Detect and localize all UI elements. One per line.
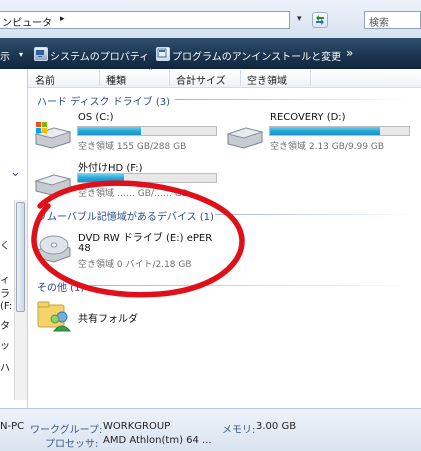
command-toolbar: 示 ▾ システムのプロパティ プログラムのアンインストールと変更 » <box>0 38 421 69</box>
refresh-icon[interactable] <box>312 12 328 28</box>
processor-value: AMD Athlon(tm) 64 ... <box>103 435 212 446</box>
column-total-size[interactable]: 合計サイズ <box>176 72 226 87</box>
drive-name: DVD RW ドライブ (E:) ePER <box>78 233 213 244</box>
drive-usage-bar <box>77 126 217 136</box>
column-divider[interactable] <box>240 70 241 86</box>
column-free-space[interactable]: 空き領域 <box>247 72 287 87</box>
memory-label: メモリ: <box>222 425 256 436</box>
group-header-removable[interactable]: リムーバブル記憶域があるデバイス (1) <box>37 208 214 223</box>
toolbar-partial-button[interactable]: 示 <box>0 48 10 63</box>
folder-name: 共有フォルダ <box>78 314 138 325</box>
drive-name: RECOVERY (D:) <box>270 112 346 123</box>
hard-drive-icon <box>226 127 264 149</box>
drive-free-space: 空き領域 155 GB/288 GB <box>78 142 187 152</box>
group-divider <box>90 285 415 286</box>
drive-usage-bar <box>77 173 217 183</box>
address-field[interactable]: ンピュータ ▸ <box>0 11 290 29</box>
nav-fragment[interactable]: (F: <box>0 301 12 312</box>
drive-usage-bar <box>269 126 410 136</box>
column-divider[interactable] <box>169 70 170 86</box>
toolbar-dropdown-icon[interactable]: ▾ <box>19 50 23 59</box>
column-divider[interactable] <box>310 70 311 86</box>
group-header-other[interactable]: その他 (1) <box>37 279 84 294</box>
column-header-row: 名前 種類 ˆ 合計サイズ 空き領域 <box>28 68 421 88</box>
hard-drive-icon <box>34 174 72 196</box>
drive-free-space: 空き領域 2.13 GB/9.99 GB <box>270 142 384 152</box>
nav-fragment[interactable]: ラ <box>0 285 10 300</box>
breadcrumb-chevron-icon[interactable]: ▸ <box>60 14 65 24</box>
nav-fragment[interactable]: ッ <box>0 337 10 352</box>
nav-fragment[interactable]: ィ <box>0 271 10 286</box>
nav-fragment[interactable]: タ <box>0 317 10 332</box>
workgroup-label: ワークグループ: <box>30 425 103 436</box>
processor-label: プロセッサ: <box>45 439 99 450</box>
address-bar-area: ンピュータ ▸ ▾ 検索 <box>0 0 421 39</box>
uninstall-programs-icon <box>156 47 170 61</box>
workgroup-value: WORKGROUP <box>103 421 171 432</box>
drive-name-continued: 48 <box>78 243 91 254</box>
search-placeholder: 検索 <box>369 18 389 29</box>
nav-fragment[interactable]: く <box>0 237 10 252</box>
dvd-drive-icon <box>37 235 71 263</box>
system-properties-button[interactable]: システムのプロパティ <box>50 48 149 63</box>
drive-usage-fill <box>270 127 380 135</box>
drive-usage-fill <box>78 127 142 135</box>
hard-drive-windows-icon <box>34 122 72 149</box>
drive-free-space: 空き領域 …… GB/…… GB <box>78 189 188 199</box>
column-type[interactable]: 種類 <box>106 72 126 87</box>
drive-d-item[interactable]: RECOVERY (D:) 空き領域 2.13 GB/9.99 GB <box>226 108 416 160</box>
drive-free-space: 空き領域 0 バイト/2.18 GB <box>78 260 192 270</box>
address-path[interactable]: ンピュータ <box>2 14 52 29</box>
column-divider[interactable] <box>99 70 100 86</box>
memory-value: 3.00 GB <box>256 421 297 432</box>
toolbar-more-icon[interactable]: » <box>346 46 353 60</box>
group-divider <box>175 99 415 100</box>
nav-scrollbar-thumb[interactable] <box>16 202 25 312</box>
group-divider <box>215 214 415 215</box>
group-header-hdd[interactable]: ハード ディスク ドライブ (3) <box>37 93 170 108</box>
history-dropdown-icon[interactable]: ▾ <box>297 14 302 24</box>
dvd-drive-item[interactable]: DVD RW ドライブ (E:) ePER 48 空き領域 0 バイト/2.18… <box>34 222 224 274</box>
drive-f-item[interactable]: 外付けHD (F:) 空き領域 …… GB/…… GB <box>34 155 224 200</box>
uninstall-programs-button[interactable]: プログラムのアンインストールと変更 <box>172 48 341 63</box>
system-properties-icon <box>34 47 48 61</box>
search-input[interactable]: 検索 <box>364 11 421 29</box>
computer-name: N-PC <box>0 421 25 432</box>
sort-ascending-icon: ˆ <box>148 68 153 79</box>
drive-c-item[interactable]: OS (C:) 空き領域 155 GB/288 GB <box>34 108 224 160</box>
nav-fragment[interactable]: ハ <box>0 359 10 374</box>
column-name[interactable]: 名前 <box>35 72 55 87</box>
nav-collapse-icon[interactable]: ⌄ <box>10 165 21 180</box>
drive-usage-fill <box>78 174 124 182</box>
status-bar: N-PC ワークグループ: WORKGROUP メモリ: 3.00 GB プロセ… <box>0 408 421 451</box>
drive-name: OS (C:) <box>78 112 114 123</box>
drive-name: 外付けHD (F:) <box>78 163 143 174</box>
shared-folder-item[interactable]: 共有フォルダ <box>34 297 174 337</box>
shared-folder-icon <box>37 301 72 332</box>
